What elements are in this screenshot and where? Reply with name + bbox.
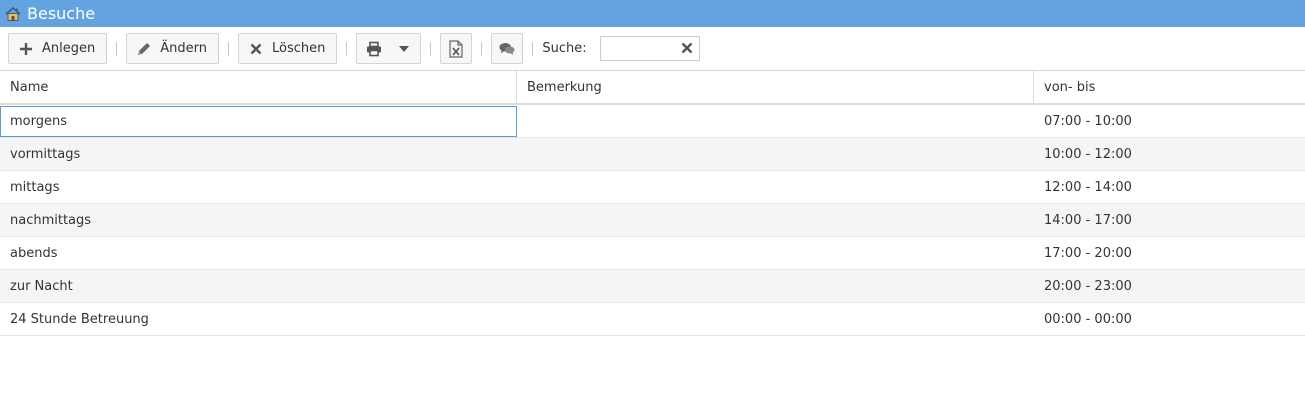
window-title: Besuche xyxy=(27,4,96,23)
search-label: Suche: xyxy=(542,41,587,56)
toolbar-separator xyxy=(227,41,229,56)
house-icon xyxy=(4,5,22,23)
toolbar-separator xyxy=(346,41,348,56)
cell-time[interactable]: 17:00 - 20:00 xyxy=(1034,237,1305,269)
cell-remark[interactable] xyxy=(517,303,1034,335)
table-row[interactable]: abends 17:00 - 20:00 xyxy=(0,237,1305,270)
cell-remark[interactable] xyxy=(517,171,1034,203)
column-header-name[interactable]: Name xyxy=(0,71,517,103)
add-button[interactable]: Anlegen xyxy=(8,33,108,64)
cell-remark[interactable] xyxy=(517,105,1034,137)
cell-name[interactable]: abends xyxy=(0,237,517,269)
cell-remark[interactable] xyxy=(517,237,1034,269)
cell-remark[interactable] xyxy=(517,204,1034,236)
edit-button[interactable]: Ändern xyxy=(126,33,219,64)
cell-name[interactable]: vormittags xyxy=(0,138,517,170)
table-row[interactable]: vormittags 10:00 - 12:00 xyxy=(0,138,1305,171)
search-input[interactable] xyxy=(604,38,681,59)
toolbar-separator xyxy=(481,41,483,56)
cell-name[interactable]: 24 Stunde Betreuung xyxy=(0,303,517,335)
edit-button-label: Ändern xyxy=(160,41,207,56)
cell-time[interactable]: 12:00 - 14:00 xyxy=(1034,171,1305,203)
grid-body: morgens 07:00 - 10:00 vormittags 10:00 -… xyxy=(0,105,1305,336)
add-button-label: Anlegen xyxy=(42,41,96,56)
print-button[interactable] xyxy=(356,33,422,64)
cell-name[interactable]: mittags xyxy=(0,171,517,203)
chevron-down-icon xyxy=(399,45,410,52)
close-icon xyxy=(248,41,264,57)
delete-button-label: Löschen xyxy=(271,41,326,56)
grid-header: Name Bemerkung von- bis xyxy=(0,71,1305,105)
table-row[interactable]: 24 Stunde Betreuung 00:00 - 00:00 xyxy=(0,303,1305,336)
column-header-time[interactable]: von- bis xyxy=(1034,71,1305,103)
excel-file-icon xyxy=(448,39,464,58)
title-bar: Besuche xyxy=(0,0,1305,27)
excel-export-button[interactable] xyxy=(440,33,473,64)
cell-remark[interactable] xyxy=(517,138,1034,170)
pencil-icon xyxy=(136,41,152,57)
toolbar-separator xyxy=(430,41,432,56)
column-header-remark[interactable]: Bemerkung xyxy=(517,71,1034,103)
cell-time[interactable]: 10:00 - 12:00 xyxy=(1034,138,1305,170)
cell-remark[interactable] xyxy=(517,270,1034,302)
cell-time[interactable]: 00:00 - 00:00 xyxy=(1034,303,1305,335)
cell-time[interactable]: 07:00 - 10:00 xyxy=(1034,105,1305,137)
printer-icon xyxy=(366,41,382,57)
comments-button[interactable] xyxy=(491,33,524,64)
toolbar-separator xyxy=(532,41,534,56)
cell-time[interactable]: 20:00 - 23:00 xyxy=(1034,270,1305,302)
comments-icon xyxy=(499,41,515,57)
table-row[interactable]: mittags 12:00 - 14:00 xyxy=(0,171,1305,204)
cell-name[interactable]: nachmittags xyxy=(0,204,517,236)
table-row[interactable]: nachmittags 14:00 - 17:00 xyxy=(0,204,1305,237)
toolbar: Anlegen Ändern Löschen Suche: xyxy=(0,27,1305,71)
table-row[interactable]: morgens 07:00 - 10:00 xyxy=(0,105,1305,138)
table-row[interactable]: zur Nacht 20:00 - 23:00 xyxy=(0,270,1305,303)
cell-name[interactable]: zur Nacht xyxy=(0,270,517,302)
delete-button[interactable]: Löschen xyxy=(237,33,338,64)
cell-name[interactable]: morgens xyxy=(0,106,517,137)
plus-icon xyxy=(18,41,34,57)
search-box xyxy=(599,36,700,61)
cell-time[interactable]: 14:00 - 17:00 xyxy=(1034,204,1305,236)
toolbar-separator xyxy=(116,41,118,56)
clear-search-icon[interactable] xyxy=(681,42,693,54)
